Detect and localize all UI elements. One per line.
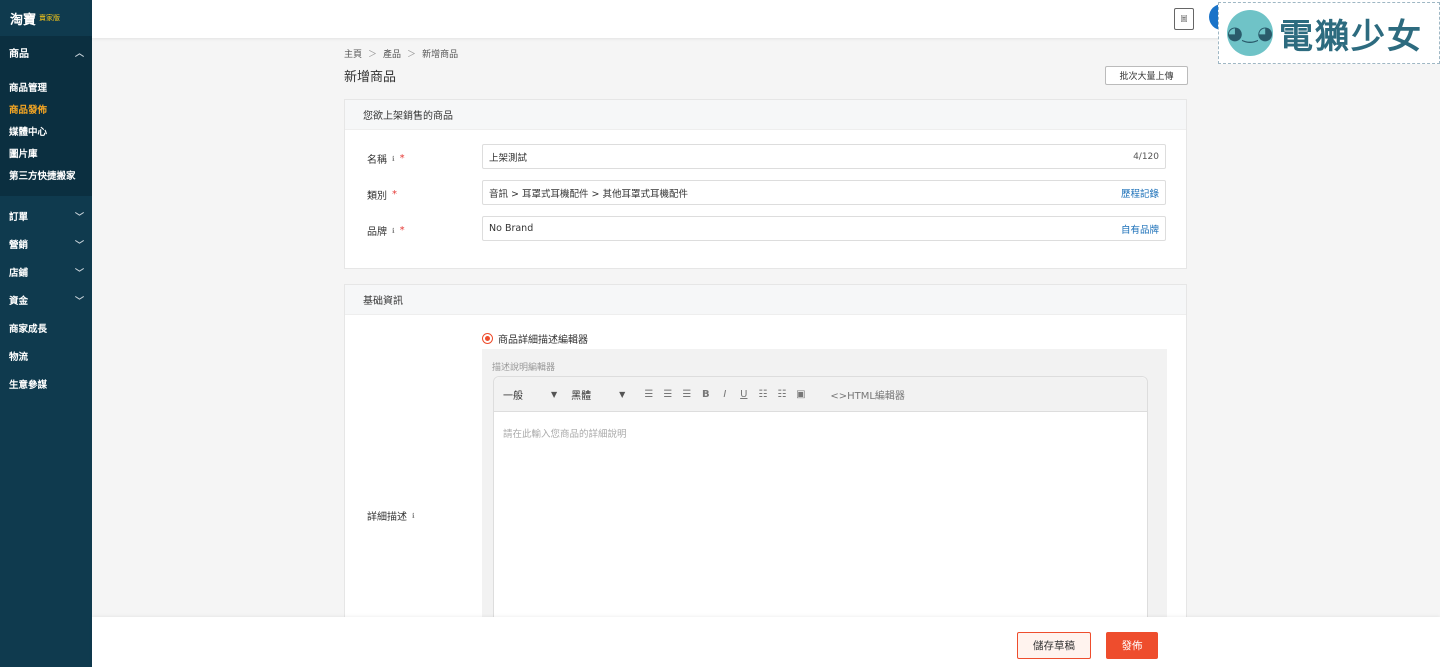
char-counter: 4/120 [1133,151,1159,162]
main-content: 主頁 ＞ 產品 ＞ 新增商品 新增商品 批次大量上傳 您欲上架銷售的商品 名稱 … [92,38,1440,667]
nav-section-orders[interactable]: 訂單 ﹀ [0,202,92,230]
editor-toolbar: 一般 ▼ 黑體 ▼ ☰ ☰ ☰ B I U ☷ ☷ ▣ <>HTML編輯器 [494,377,1147,412]
own-brand-link[interactable]: 自有品牌 [1121,222,1159,236]
required-mark: * [392,189,397,200]
detail-label-text: 詳細描述 [367,512,407,523]
logo-text: 淘寶 [10,12,37,28]
html-editor-button[interactable]: <>HTML編輯器 [830,387,905,402]
bulk-upload-button[interactable]: 批次大量上傳 [1105,66,1188,85]
brand-label: 品牌 ℹ * [367,223,405,238]
radio-label: 商品詳細描述編輯器 [498,335,588,346]
nav-item-label: 商家成長 [9,324,48,335]
sidebar: 淘寶 賣家版 商品 ︿ 商品管理 商品發佈 媒體中心 圖片庫 第三方快捷搬家 訂… [0,0,92,667]
nav-item-seller-growth[interactable]: 商家成長 [0,314,92,342]
document-icon[interactable]: 圖 [1174,8,1194,30]
brand-value: No Brand [489,223,534,234]
category-value: 音訊 > 耳罩式耳機配件 > 其他耳罩式耳機配件 [489,188,688,200]
sidebar-item-product-management[interactable]: 商品管理 [0,76,92,98]
underline-icon[interactable]: U [734,389,753,400]
nav-section-shop[interactable]: 店鋪 ﹀ [0,258,92,286]
top-bar: 圖 ◕‿◕ 電獺少女 [92,0,1440,64]
info-icon[interactable]: ℹ [412,512,415,520]
editor-label: 描述說明編輯器 [492,363,556,373]
nav-section-label: 商品 [9,48,29,60]
product-name-input[interactable]: 上架測試 4/120 [482,144,1166,169]
publish-button[interactable]: 發佈 [1106,632,1158,659]
breadcrumb-home[interactable]: 主頁 [344,47,362,60]
caret-down-icon: ▼ [551,389,558,399]
required-mark: * [399,153,405,164]
sidebar-item-third-party-move[interactable]: 第三方快捷搬家 [0,164,92,186]
image-icon[interactable]: ▣ [791,389,810,400]
nav-section-product[interactable]: 商品 ︿ [0,36,92,68]
editor-placeholder[interactable]: 請在此輸入您商品的詳細說明 [494,412,1147,454]
detail-description-label: 詳細描述 ℹ [367,508,415,524]
category-history-link[interactable]: 歷程記錄 [1121,186,1159,200]
format-select[interactable]: 一般 ▼ [503,387,557,402]
bold-icon[interactable]: B [696,389,715,400]
nav-item-business-advisor[interactable]: 生意參謀 [0,370,92,398]
brand-row: 品牌 ℹ * No Brand 自有品牌 [345,216,1186,242]
chevron-right-icon: ＞ [368,50,378,60]
unordered-list-icon[interactable]: ☷ [772,389,791,400]
page-title: 新增商品 [344,70,397,85]
document-icon-text: 圖 [1180,15,1188,23]
name-label: 名稱 ℹ * [367,151,405,166]
font-select[interactable]: 黑體 ▼ [571,387,625,402]
align-center-icon[interactable]: ☰ [658,389,677,400]
breadcrumb-products[interactable]: 產品 [383,47,401,60]
name-label-text: 名稱 [367,155,387,166]
card-title: 您欲上架銷售的商品 [345,100,1186,130]
breadcrumb: 主頁 ＞ 產品 ＞ 新增商品 [344,47,458,60]
card-title: 基础資訊 [345,285,1186,315]
chevron-down-icon: ﹀ [74,296,84,307]
product-name-value: 上架測試 [489,152,528,164]
footer-bar: 儲存草稿 發佈 [92,617,1440,667]
nav-section-label: 資金 [9,296,29,307]
category-row: 類別 * 音訊 > 耳罩式耳機配件 > 其他耳罩式耳機配件 歷程記錄 [345,180,1186,206]
chevron-up-icon: ︿ [74,48,84,59]
align-left-icon[interactable]: ☰ [639,389,658,400]
brand-select[interactable]: No Brand 自有品牌 [482,216,1166,241]
chevron-right-icon: ＞ [407,50,417,60]
sidebar-item-media-center[interactable]: 媒體中心 [0,120,92,142]
name-row: 名稱 ℹ * 上架測試 4/120 [345,144,1186,170]
info-icon[interactable]: ℹ [392,155,395,163]
brand-label-text: 品牌 [367,227,387,238]
required-mark: * [399,225,405,236]
info-icon[interactable]: ℹ [392,227,395,235]
category-label: 類別 * [367,187,397,202]
align-right-icon[interactable]: ☰ [677,389,696,400]
nav-item-logistics[interactable]: 物流 [0,342,92,370]
radio-selected-icon[interactable] [482,333,493,344]
logo[interactable]: 淘寶 賣家版 [0,0,92,36]
chevron-down-icon: ﹀ [74,268,84,279]
nav-item-label: 生意參謀 [9,380,48,391]
breadcrumb-current: 新增商品 [422,50,459,60]
nav-section-label: 營銷 [9,240,29,251]
chevron-down-icon: ﹀ [74,240,84,251]
product-submenu: 商品管理 商品發佈 媒體中心 圖片庫 第三方快捷搬家 [0,68,92,196]
editor-radio-option[interactable]: 商品詳細描述編輯器 [482,331,588,346]
nav-section-label: 訂單 [9,212,29,223]
nav-item-label: 物流 [9,352,29,363]
format-select-value: 一般 [503,390,523,402]
product-info-card: 您欲上架銷售的商品 名稱 ℹ * 上架測試 4/120 類別 * 音訊 > 耳罩… [344,99,1187,269]
sidebar-item-image-library[interactable]: 圖片庫 [0,142,92,164]
sidebar-item-product-publish[interactable]: 商品發佈 [0,98,92,120]
caret-down-icon: ▼ [619,389,626,399]
italic-icon[interactable]: I [715,389,734,400]
category-select[interactable]: 音訊 > 耳罩式耳機配件 > 其他耳罩式耳機配件 歷程記錄 [482,180,1166,205]
category-label-text: 類別 [367,191,387,202]
nav-section-label: 店鋪 [9,268,29,279]
basic-info-card: 基础資訊 商品詳細描述編輯器 描述說明編輯器 一般 ▼ 黑體 ▼ ☰ ☰ ☰ B… [344,284,1187,667]
logo-sub: 賣家版 [39,14,61,22]
font-select-value: 黑體 [571,390,592,402]
nav-section-finance[interactable]: 資金 ﹀ [0,286,92,314]
save-draft-button[interactable]: 儲存草稿 [1017,632,1091,659]
ordered-list-icon[interactable]: ☷ [753,389,772,400]
nav-section-marketing[interactable]: 營銷 ﹀ [0,230,92,258]
chevron-down-icon: ﹀ [74,212,84,223]
